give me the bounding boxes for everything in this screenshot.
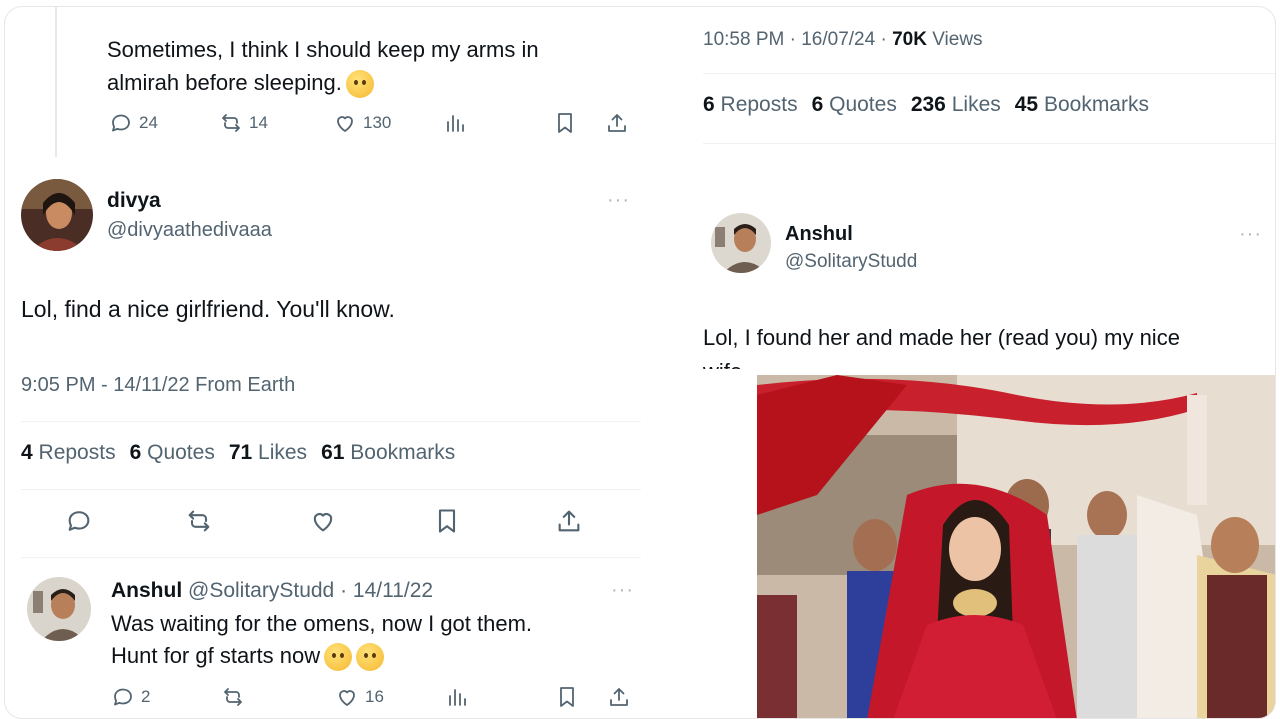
quotes-stat[interactable]: 6 Quotes — [812, 93, 897, 117]
reposts-stat[interactable]: 6 Reposts — [703, 93, 798, 117]
anshul-reply-avatar[interactable] — [27, 577, 91, 641]
anshul-avatar-image — [711, 213, 771, 273]
bookmark-button[interactable] — [555, 685, 607, 709]
smirk-emoji-icon — [356, 643, 385, 672]
reply-icon — [112, 114, 130, 132]
right-column: 10:58 PM · 16/07/24 · 70K Views 6 Repost… — [655, 7, 1275, 718]
reply-icon — [114, 688, 132, 706]
wedding-photo-image — [757, 375, 1275, 718]
like-icon — [339, 690, 355, 706]
bookmarks-stat[interactable]: 61 Bookmarks — [321, 441, 455, 465]
views-button[interactable] — [443, 111, 553, 135]
share-button[interactable] — [607, 685, 631, 709]
divider — [21, 557, 641, 558]
thread-line — [55, 7, 57, 157]
anshul-reply-name[interactable]: Anshul — [111, 579, 182, 602]
divider — [21, 489, 641, 490]
repost-button[interactable] — [185, 507, 309, 535]
anshul-reply-actions: 2 16 — [111, 685, 631, 709]
divider — [703, 73, 1275, 74]
views-icon — [449, 689, 466, 706]
anshul-avatar[interactable] — [711, 213, 771, 273]
anshul-avatar-image — [27, 577, 91, 641]
divider — [703, 143, 1275, 144]
like-button[interactable] — [309, 507, 433, 535]
share-button[interactable] — [555, 507, 583, 535]
top-tweet-text: Sometimes, I think I should keep my arms… — [107, 33, 539, 99]
reply-button[interactable]: 24 — [109, 111, 219, 135]
like-button[interactable]: 130 — [333, 111, 443, 135]
divider — [21, 421, 641, 422]
bookmark-button[interactable] — [553, 111, 605, 135]
like-button[interactable]: 16 — [335, 685, 445, 709]
repost-icon — [222, 114, 240, 132]
bookmark-icon — [438, 509, 456, 533]
divya-actions — [65, 507, 583, 535]
repost-icon — [224, 688, 242, 706]
anshul-reply-header: Anshul @SolitaryStudd · 14/11/22 — [111, 579, 433, 603]
quotes-stat[interactable]: 6 Quotes — [130, 441, 215, 465]
smirk-emoji-icon — [345, 70, 374, 99]
divya-handle[interactable]: @divyaathedivaaa — [107, 219, 272, 242]
likes-stat[interactable]: 71 Likes — [229, 441, 307, 465]
divya-name[interactable]: divya — [107, 189, 161, 213]
anshul-more-button[interactable]: ··· — [1239, 223, 1262, 246]
left-column: Sometimes, I think I should keep my arms… — [5, 7, 655, 718]
likes-stat[interactable]: 236 Likes — [911, 93, 1001, 117]
bookmark-icon — [558, 113, 572, 133]
reply-button[interactable] — [65, 507, 185, 535]
top-tweet-actions: 24 14 130 — [109, 111, 629, 135]
reply-icon — [68, 511, 90, 531]
divya-avatar-image — [21, 179, 93, 251]
reply-button[interactable]: 2 — [111, 685, 221, 709]
divya-more-button[interactable]: ··· — [607, 189, 630, 212]
anshul-name[interactable]: Anshul — [785, 223, 853, 246]
bookmarks-stat[interactable]: 45 Bookmarks — [1015, 93, 1149, 117]
share-button[interactable] — [605, 111, 629, 135]
reposts-stat[interactable]: 4 Reposts — [21, 441, 116, 465]
repost-icon — [188, 510, 210, 532]
right-stats: 6 Reposts 6 Quotes 236 Likes 45 Bookmark… — [703, 93, 1149, 117]
repost-button[interactable] — [221, 685, 335, 709]
divya-stats: 4 Reposts 6 Quotes 71 Likes 61 Bookmarks — [21, 441, 455, 465]
divya-tweet-text: Lol, find a nice girlfriend. You'll know… — [21, 296, 395, 322]
share-icon — [610, 688, 628, 706]
like-icon — [337, 116, 353, 132]
anshul-reply-text: Was waiting for the omens, now I got the… — [111, 608, 532, 672]
share-icon — [608, 114, 626, 132]
right-tweet-meta: 10:58 PM · 16/07/24 · 70K Views — [703, 29, 983, 50]
repost-button[interactable]: 14 — [219, 111, 333, 135]
divya-tweet-meta: 9:05 PM - 14/11/22 From Earth — [21, 374, 296, 396]
screenshot-frame: Sometimes, I think I should keep my arms… — [4, 6, 1276, 719]
anshul-tweet-text: Lol, I found her and made her (read you)… — [703, 325, 1180, 369]
anshul-reply-more-button[interactable]: ··· — [611, 579, 634, 602]
views-button[interactable] — [445, 685, 555, 709]
views-icon — [447, 115, 464, 132]
anshul-handle[interactable]: @SolitaryStudd — [785, 251, 917, 273]
share-icon — [558, 510, 580, 532]
like-icon — [313, 513, 333, 532]
bookmark-button[interactable] — [433, 507, 555, 535]
wedding-photo[interactable] — [757, 375, 1275, 718]
laughing-emoji-icon — [324, 643, 353, 672]
divya-avatar[interactable] — [21, 179, 93, 251]
bookmark-icon — [560, 687, 574, 707]
anshul-reply-handle-date[interactable]: @SolitaryStudd · 14/11/22 — [188, 579, 433, 602]
